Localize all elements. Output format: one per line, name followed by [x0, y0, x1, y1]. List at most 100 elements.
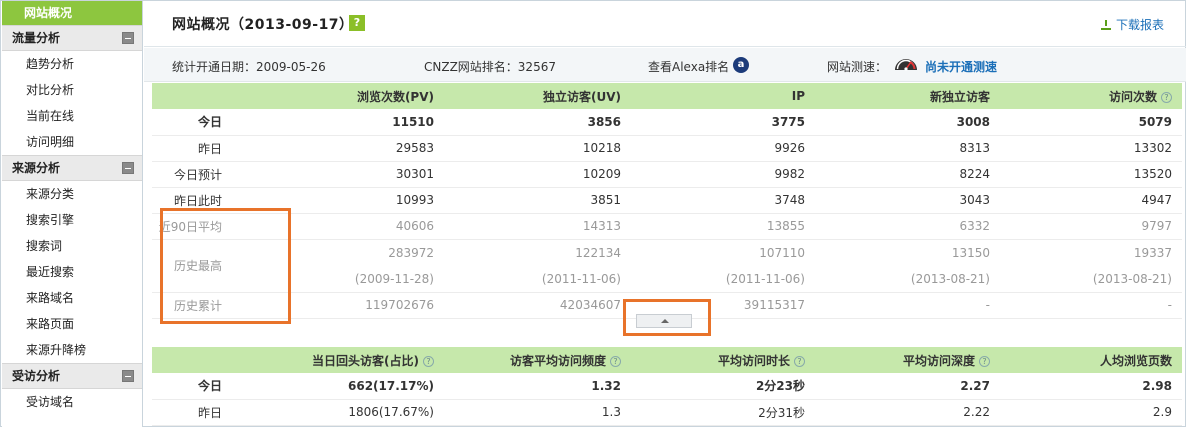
column-header-ip: IP — [631, 83, 815, 109]
table-cell: 11510 — [284, 109, 444, 136]
table-row: 今日预计 30301 10209 9982 8224 13520 — [152, 161, 1182, 188]
table-cell: 40606 — [284, 213, 444, 240]
table-cell: 19337 (2013-08-21) — [1000, 239, 1182, 293]
sidebar-item-source-ranking[interactable]: 来源升降榜 — [2, 337, 142, 363]
collapse-toggle-button[interactable] — [636, 314, 692, 328]
speed-label: 网站测速： — [827, 60, 888, 74]
table-cell: 13520 — [1000, 161, 1182, 188]
cell-date: (2011-11-06) — [725, 271, 805, 286]
row-label: 近90日平均 — [152, 213, 284, 240]
table-cell: - — [1000, 292, 1182, 319]
table-row: 今日 11510 3856 3775 3008 5079 — [152, 109, 1182, 136]
sidebar-section-title: 来源分析 — [12, 161, 61, 175]
cell-value: 122134 — [575, 245, 621, 260]
title-bar: 网站概况（2013-09-17） ? 下载报表 — [144, 1, 1186, 47]
column-header-frequency: 访客平均访问频度? — [444, 347, 631, 373]
table-cell: 2分23秒 — [631, 373, 815, 400]
table-cell: 14313 — [444, 213, 631, 240]
cell-value: 283972 — [388, 245, 434, 260]
column-header-label: 访客平均访问频度 — [509, 353, 606, 368]
help-icon[interactable]: ? — [423, 355, 434, 367]
row-label: 今日预计 — [152, 161, 284, 188]
help-icon[interactable]: ? — [349, 15, 365, 31]
help-icon[interactable]: ? — [794, 355, 805, 367]
cell-value: 107110 — [759, 245, 805, 260]
help-icon[interactable]: ? — [979, 355, 990, 367]
column-header-label: 访问次数 — [1108, 89, 1157, 104]
sidebar-item-referrer-page[interactable]: 来路页面 — [2, 311, 142, 337]
table-row: 昨日此时 10993 3851 3748 3043 4947 — [152, 187, 1182, 214]
table-cell: 107110 (2011-11-06) — [631, 239, 815, 293]
column-header-visits: 访问次数? — [1000, 83, 1182, 109]
table-cell: 8224 — [815, 161, 1000, 188]
speed-test-link[interactable]: 尚未开通测速 — [925, 58, 997, 75]
column-header — [152, 347, 284, 373]
sidebar-item-search-engine[interactable]: 搜索引擎 — [2, 207, 142, 233]
collapse-icon[interactable] — [122, 162, 134, 174]
alexa-link[interactable]: 查看Alexa排名 — [648, 58, 729, 75]
table-cell: 119702676 — [284, 292, 444, 319]
sidebar-item-referrer-domain[interactable]: 来路域名 — [2, 285, 142, 311]
table-row: 今日 662(17.17%) 1.32 2分23秒 2.27 2.98 — [152, 373, 1182, 400]
help-icon[interactable]: ? — [610, 355, 621, 367]
sidebar-section-title: 流量分析 — [12, 31, 61, 45]
table-cell: 3856 — [444, 109, 631, 136]
row-label: 昨日 — [152, 399, 284, 426]
table-cell: 6332 — [815, 213, 1000, 240]
collapse-icon[interactable] — [122, 370, 134, 382]
table-header-row: 浏览次数(PV) 独立访客(UV) IP 新独立访客 访问次数? — [152, 83, 1182, 109]
sidebar-item-source-category[interactable]: 来源分类 — [2, 181, 142, 207]
table-cell: 1806(17.67%) — [284, 399, 444, 426]
column-header-duration: 平均访问时长? — [631, 347, 815, 373]
collapse-icon[interactable] — [122, 32, 134, 44]
page-title: 网站概况（2013-09-17） — [172, 17, 354, 33]
table-cell: 13302 — [1000, 135, 1182, 162]
table-cell: 13150 (2013-08-21) — [815, 239, 1000, 293]
cell-date: (2013-08-21) — [910, 271, 990, 286]
sidebar-section-title: 受访分析 — [12, 369, 61, 383]
column-header-uv: 独立访客(UV) — [444, 83, 631, 109]
table-cell: 29583 — [284, 135, 444, 162]
table-cell: 3851 — [444, 187, 631, 214]
alexa-icon[interactable]: a — [733, 57, 749, 73]
sidebar-item-trend[interactable]: 趋势分析 — [2, 51, 142, 77]
table-cell: 3043 — [815, 187, 1000, 214]
table-cell: 10218 — [444, 135, 631, 162]
column-header-pages-per-user: 人均浏览页数 — [1000, 347, 1182, 373]
sidebar-section-visited[interactable]: 受访分析 — [2, 363, 142, 389]
table-cell: 8313 — [815, 135, 1000, 162]
cell-value: 13150 — [951, 245, 990, 260]
row-label: 历史累计 — [152, 292, 284, 319]
sidebar-item-visit-detail[interactable]: 访问明细 — [2, 129, 142, 155]
speedometer-icon — [895, 59, 917, 71]
column-header-label: 当日回头访客(占比) — [312, 353, 419, 368]
table-cell: 2.22 — [815, 399, 1000, 426]
cell-date: (2011-11-06) — [541, 271, 621, 286]
table-cell: 9797 — [1000, 213, 1182, 240]
row-label: 今日 — [152, 373, 284, 400]
cell-value: 19337 — [1133, 245, 1172, 260]
column-header-label: 平均访问深度 — [902, 353, 975, 368]
sidebar-item-online[interactable]: 当前在线 — [2, 103, 142, 129]
sidebar-item-visited-domain[interactable]: 受访域名 — [2, 389, 142, 415]
cell-date: (2009-11-28) — [354, 271, 434, 286]
column-header-label: 平均访问时长 — [717, 353, 790, 368]
table-cell: 2.27 — [815, 373, 1000, 400]
sidebar-item-recent-search[interactable]: 最近搜索 — [2, 259, 142, 285]
sidebar-item-search-term[interactable]: 搜索词 — [2, 233, 142, 259]
sidebar-item-compare[interactable]: 对比分析 — [2, 77, 142, 103]
table-cell: 9926 — [631, 135, 815, 162]
download-report-link[interactable]: 下载报表 — [1100, 16, 1164, 33]
table-cell: 2.9 — [1000, 399, 1182, 426]
table-cell: 10993 — [284, 187, 444, 214]
sidebar-section-source[interactable]: 来源分析 — [2, 155, 142, 181]
column-header-return-visitors: 当日回头访客(占比)? — [284, 347, 444, 373]
column-header-depth: 平均访问深度? — [815, 347, 1000, 373]
help-icon[interactable]: ? — [1161, 91, 1172, 103]
sidebar-item-overview[interactable]: 网站概况 — [2, 1, 142, 25]
download-icon — [1100, 20, 1111, 30]
table-cell: - — [815, 292, 1000, 319]
table-cell: 3008 — [815, 109, 1000, 136]
overview-table: 浏览次数(PV) 独立访客(UV) IP 新独立访客 访问次数? 今日 1151… — [152, 83, 1182, 319]
sidebar-section-traffic[interactable]: 流量分析 — [2, 25, 142, 51]
